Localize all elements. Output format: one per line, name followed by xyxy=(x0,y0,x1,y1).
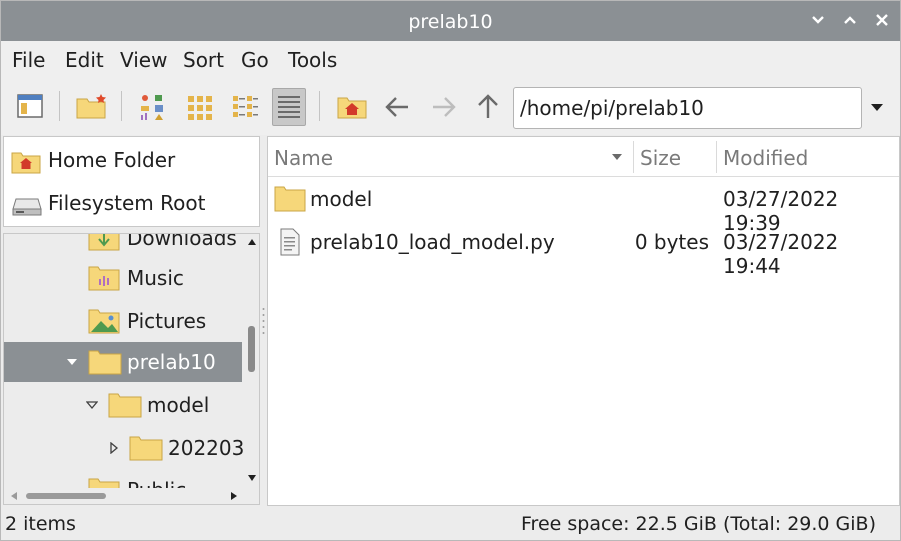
back-arrow-icon xyxy=(385,97,408,117)
maximize-button[interactable] xyxy=(839,9,861,31)
new-folder-icon xyxy=(76,94,106,119)
icon-view-icon xyxy=(141,95,163,120)
menu-sort[interactable]: Sort xyxy=(183,48,224,72)
drive-icon xyxy=(12,198,42,216)
pictures-folder-icon xyxy=(88,309,120,334)
detailed-list-view-icon xyxy=(278,96,300,118)
chevron-up-icon xyxy=(844,16,856,24)
menu-bar: File Edit View Sort Go Tools xyxy=(1,41,900,79)
close-button[interactable] xyxy=(871,9,893,31)
home-folder-icon xyxy=(11,152,41,174)
place-label: Home Folder xyxy=(48,148,176,172)
back-button[interactable] xyxy=(381,88,415,126)
thumbnail-view-button[interactable] xyxy=(183,88,217,126)
path-input[interactable]: /home/pi/prelab10 xyxy=(513,87,862,129)
tree-node-model[interactable]: model xyxy=(4,385,242,425)
tree-vertical-scrollbar[interactable] xyxy=(244,234,259,486)
file-list: Name Size Modified model 03/27/2022 19:3… xyxy=(267,136,900,506)
chevron-down-icon xyxy=(812,16,824,24)
place-filesystem-root[interactable]: Filesystem Root xyxy=(8,184,258,220)
free-space: Free space: 22.5 GiB (Total: 29.0 GiB) xyxy=(521,513,876,535)
column-header-size[interactable]: Size xyxy=(640,146,681,170)
sort-descending-icon xyxy=(612,154,622,160)
file-name: prelab10_load_model.py xyxy=(310,230,555,254)
new-window-icon xyxy=(17,94,43,118)
tree-node-downloads[interactable]: Downloads xyxy=(4,233,242,258)
folder-icon xyxy=(88,350,122,375)
menu-view[interactable]: View xyxy=(120,48,167,72)
menu-file[interactable]: File xyxy=(12,48,45,72)
file-row[interactable]: prelab10_load_model.py 0 bytes 03/27/202… xyxy=(268,221,899,278)
window-title: prelab10 xyxy=(408,11,493,33)
tree-node-label: model xyxy=(147,393,210,417)
column-separator xyxy=(633,141,634,173)
scroll-right-arrow-icon xyxy=(231,492,237,500)
scroll-left-arrow-icon xyxy=(11,492,17,500)
thumbnail-view-icon xyxy=(188,96,212,120)
menu-edit[interactable]: Edit xyxy=(65,48,104,72)
toolbar-separator xyxy=(121,91,122,121)
tree-node-music[interactable]: Music xyxy=(4,258,242,298)
tree-horizontal-scrollbar[interactable] xyxy=(4,488,244,504)
minimize-button[interactable] xyxy=(807,9,829,31)
file-modified: 03/27/2022 19:44 xyxy=(723,230,839,278)
scroll-down-arrow-icon xyxy=(248,475,256,481)
column-header-name[interactable]: Name xyxy=(274,146,333,170)
downloads-folder-icon xyxy=(88,234,120,251)
column-header-modified[interactable]: Modified xyxy=(723,146,808,170)
music-folder-icon xyxy=(88,266,120,291)
tree-horizontal-scroll-thumb[interactable] xyxy=(26,493,106,499)
text-file-icon xyxy=(280,228,300,256)
forward-button[interactable] xyxy=(426,88,460,126)
file-row[interactable]: model 03/27/2022 19:39 xyxy=(268,178,899,235)
column-header-row: Name Size Modified xyxy=(268,137,899,177)
pane-splitter-handle[interactable] xyxy=(262,301,265,341)
toolbar-separator xyxy=(319,91,320,121)
menu-tools[interactable]: Tools xyxy=(288,48,337,72)
place-label: Filesystem Root xyxy=(48,191,206,215)
folder-icon xyxy=(274,186,306,212)
tree-node-2022032[interactable]: 2022032 xyxy=(4,428,257,468)
column-separator xyxy=(716,141,717,173)
file-size: 0 bytes xyxy=(634,230,709,254)
toolbar-separator xyxy=(59,91,60,121)
tree-node-prelab10[interactable]: prelab10 xyxy=(4,342,242,382)
scroll-up-arrow-icon xyxy=(248,239,256,245)
compact-view-button[interactable] xyxy=(228,88,262,126)
tree-node-label: Downloads xyxy=(127,233,237,250)
status-bar: 2 items Free space: 22.5 GiB (Total: 29.… xyxy=(1,508,900,540)
compact-view-icon xyxy=(233,96,258,117)
close-icon xyxy=(876,14,888,26)
forward-arrow-icon xyxy=(433,97,456,117)
item-count: 2 items xyxy=(5,513,76,535)
dropdown-arrow-icon xyxy=(871,104,883,111)
tree-vertical-scroll-thumb[interactable] xyxy=(248,326,255,372)
title-bar[interactable]: prelab10 xyxy=(1,1,900,41)
place-home-folder[interactable]: Home Folder xyxy=(8,141,258,177)
tree-node-label: Music xyxy=(127,266,184,290)
expanded-arrow-icon xyxy=(86,401,98,410)
up-button[interactable] xyxy=(471,88,505,126)
places-pane: Home Folder Filesystem Root xyxy=(3,136,260,227)
icon-view-button[interactable] xyxy=(136,88,170,126)
tree-node-label: Pictures xyxy=(127,309,207,333)
tree-node-label: prelab10 xyxy=(127,350,216,374)
directory-tree: Downloads Music Pictures prelab10 model … xyxy=(3,233,260,505)
folder-icon xyxy=(129,436,163,461)
menu-go[interactable]: Go xyxy=(241,48,269,72)
home-icon xyxy=(337,97,367,119)
detailed-list-view-button[interactable] xyxy=(272,88,306,126)
file-name: model xyxy=(310,187,373,211)
tree-node-pictures[interactable]: Pictures xyxy=(4,301,242,341)
collapsed-arrow-icon xyxy=(110,442,119,454)
expanded-arrow-icon xyxy=(67,359,77,365)
home-button[interactable] xyxy=(335,88,369,126)
new-window-button[interactable] xyxy=(13,88,47,126)
file-manager-window: prelab10 File Edit View Sort Go Tools /h… xyxy=(0,0,901,541)
up-arrow-icon xyxy=(478,94,498,118)
new-folder-button[interactable] xyxy=(75,88,109,126)
path-dropdown-button[interactable] xyxy=(867,97,889,117)
folder-icon xyxy=(108,393,142,418)
